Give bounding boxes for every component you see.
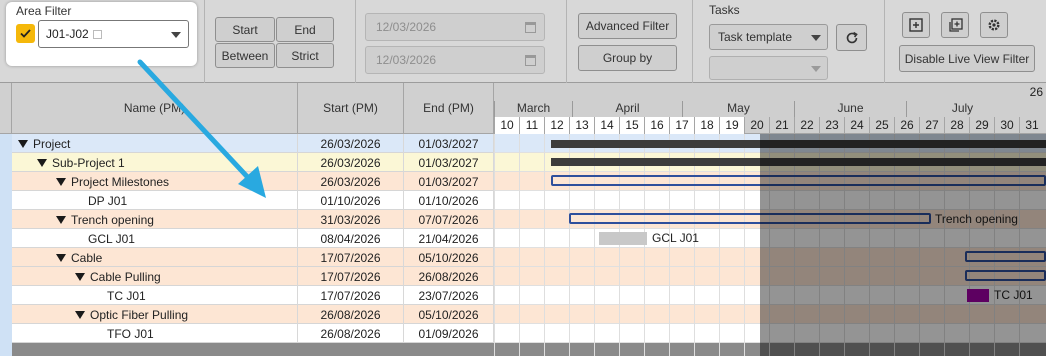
annotation-arrow (137, 59, 266, 198)
